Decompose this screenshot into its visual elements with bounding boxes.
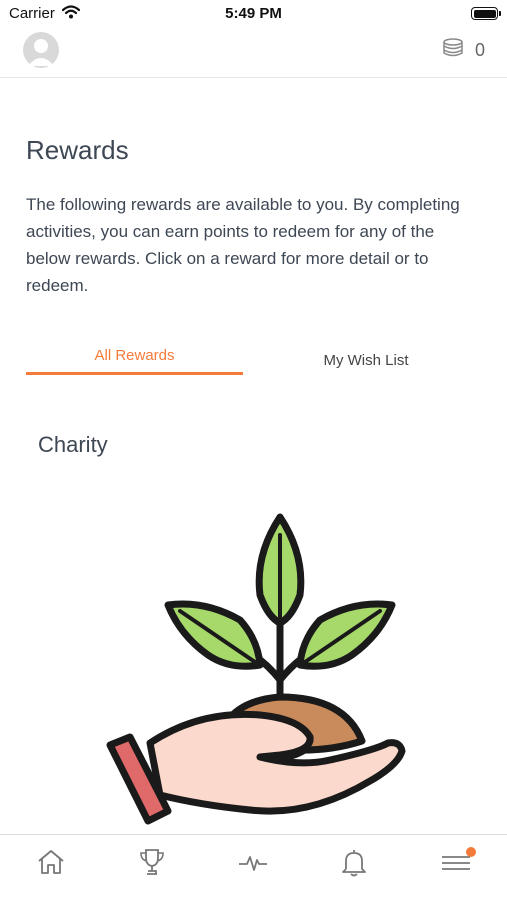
notification-badge — [466, 847, 476, 857]
tab-all-rewards[interactable]: All Rewards — [26, 335, 243, 375]
intro-text: The following rewards are available to y… — [26, 195, 460, 295]
status-time: 5:49 PM — [225, 5, 282, 22]
points-count: 0 — [474, 40, 485, 60]
nav-home[interactable] — [31, 847, 71, 881]
tab-my-wish-list[interactable]: My Wish List — [276, 340, 456, 380]
section-title: Charity — [38, 432, 108, 457]
page-title: Rewards — [26, 135, 129, 165]
reward-tabs: All Rewards My Wish List — [26, 335, 481, 377]
activity-icon — [237, 850, 269, 879]
coins-icon — [441, 38, 465, 63]
nav-notifications[interactable] — [334, 847, 374, 881]
avatar[interactable] — [23, 32, 59, 68]
points-indicator[interactable]: 0 — [441, 38, 485, 63]
nav-activity[interactable] — [233, 847, 273, 881]
nav-rewards[interactable] — [132, 847, 172, 881]
nav-menu[interactable] — [436, 847, 476, 881]
status-bar: Carrier 5:49 PM — [0, 0, 507, 28]
plant-in-hand-illustration[interactable] — [100, 505, 410, 835]
active-tab-underline — [26, 372, 243, 375]
bell-icon — [340, 847, 368, 882]
trophy-icon — [137, 847, 167, 882]
top-bar: 0 — [0, 28, 507, 78]
battery-icon — [471, 7, 501, 20]
bottom-nav — [0, 834, 507, 901]
home-icon — [36, 848, 66, 881]
